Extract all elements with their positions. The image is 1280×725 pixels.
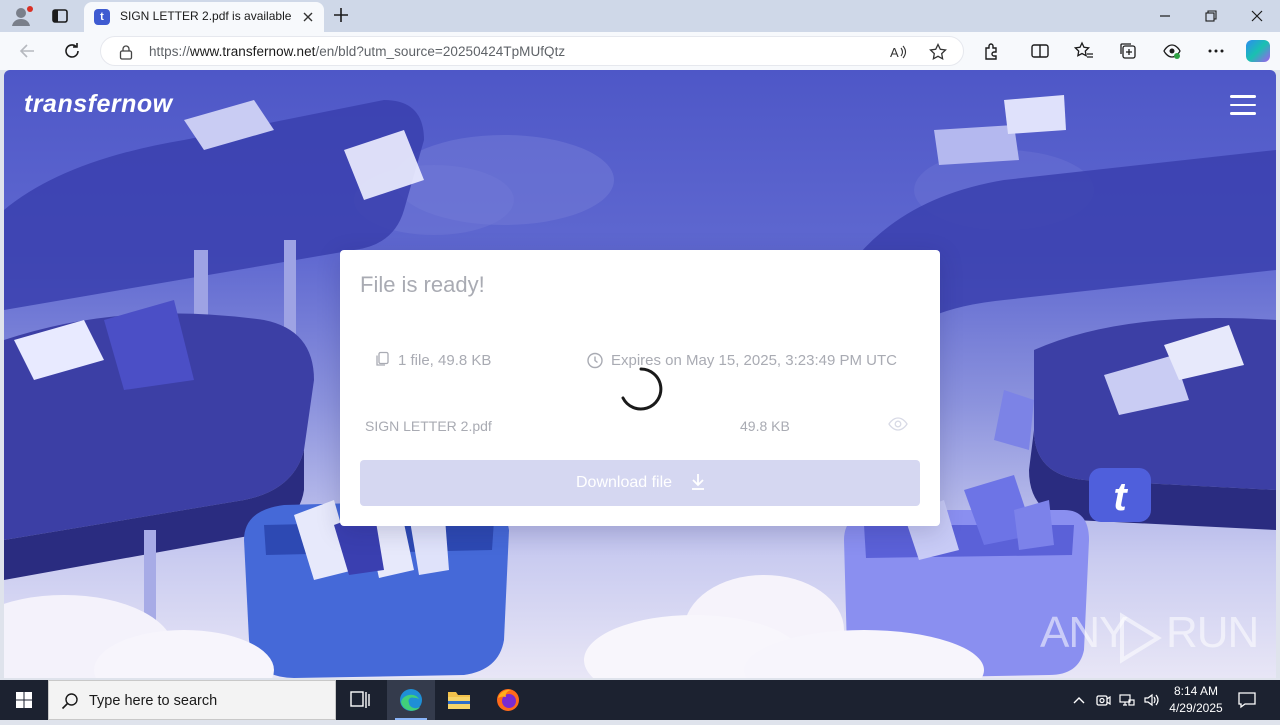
address-bar[interactable]: https://www.transfernow.net/en/bld?utm_s… xyxy=(100,36,964,66)
taskbar: Type here to search 8:14 AM 4/29/2025 xyxy=(0,680,1280,720)
collections-icon[interactable] xyxy=(1118,41,1138,61)
tab-strip: t SIGN LETTER 2.pdf is available for xyxy=(0,0,1280,32)
page-viewport: t transfernow File is ready! 1 file, 49.… xyxy=(4,70,1276,678)
copy-icon xyxy=(374,351,390,367)
svg-text:A: A xyxy=(890,45,899,60)
clock-date: 4/29/2025 xyxy=(1169,701,1223,715)
file-name: SIGN LETTER 2.pdf xyxy=(365,418,492,434)
clock-time: 8:14 AM xyxy=(1173,684,1219,698)
download-icon xyxy=(691,473,705,491)
task-view-icon[interactable] xyxy=(336,680,384,720)
minimize-icon[interactable] xyxy=(1142,0,1188,32)
brand-logo[interactable]: transfernow xyxy=(24,90,173,119)
network-icon[interactable] xyxy=(1119,692,1135,708)
profile-icon[interactable] xyxy=(10,5,34,27)
eye-icon[interactable] xyxy=(888,416,908,432)
download-card: File is ready! 1 file, 49.8 KB Expires o… xyxy=(340,250,940,526)
watermark-right-text: RUN xyxy=(1166,608,1259,657)
split-screen-icon[interactable] xyxy=(1030,41,1050,61)
search-icon xyxy=(61,692,79,710)
more-icon[interactable] xyxy=(1206,41,1226,61)
anyrun-watermark: ANY RUN xyxy=(1040,608,1259,668)
back-icon[interactable] xyxy=(18,41,38,61)
system-clock[interactable]: 8:14 AM 4/29/2025 xyxy=(1160,683,1232,717)
firefox-icon[interactable] xyxy=(484,680,532,720)
file-size: 49.8 KB xyxy=(740,418,790,434)
extensions-icon[interactable] xyxy=(982,41,1002,61)
taskbar-search[interactable]: Type here to search xyxy=(48,680,336,720)
loading-spinner-icon xyxy=(618,366,664,412)
tab-actions-icon[interactable] xyxy=(50,6,70,26)
play-icon xyxy=(1120,612,1162,664)
clock-icon xyxy=(586,351,604,369)
toolbar: https://www.transfernow.net/en/bld?utm_s… xyxy=(0,32,1280,70)
tab-title: SIGN LETTER 2.pdf is available for xyxy=(120,9,292,23)
notification-icon[interactable] xyxy=(1236,690,1258,710)
star-icon[interactable] xyxy=(929,42,947,61)
close-icon[interactable] xyxy=(300,9,316,25)
download-button[interactable]: Download file xyxy=(360,460,920,506)
camera-icon[interactable] xyxy=(1095,692,1111,708)
transfernow-favicon: t xyxy=(94,9,110,25)
download-button-label: Download file xyxy=(576,474,673,491)
folder-icon[interactable] xyxy=(435,680,483,720)
volume-icon[interactable] xyxy=(1143,692,1159,708)
tab-active[interactable]: t SIGN LETTER 2.pdf is available for xyxy=(84,2,324,32)
plus-icon[interactable] xyxy=(332,6,350,24)
lock-icon[interactable] xyxy=(119,44,133,60)
close-window-icon[interactable] xyxy=(1234,0,1280,32)
edge-icon[interactable] xyxy=(387,680,435,720)
page-title: File is ready! xyxy=(360,272,485,297)
copilot-icon[interactable] xyxy=(1246,40,1270,62)
files-summary: 1 file, 49.8 KB xyxy=(398,352,492,369)
performance-icon[interactable] xyxy=(1162,41,1182,61)
url-text: https://www.transfernow.net/en/bld?utm_s… xyxy=(149,44,566,59)
read-aloud-icon[interactable]: A xyxy=(889,43,907,61)
favorites-icon[interactable] xyxy=(1073,41,1094,61)
search-placeholder: Type here to search xyxy=(89,693,218,709)
chevron-up-icon[interactable] xyxy=(1071,692,1087,708)
refresh-icon[interactable] xyxy=(62,41,82,61)
restore-icon[interactable] xyxy=(1188,0,1234,32)
menu-icon[interactable] xyxy=(1230,95,1256,117)
svg-text:t: t xyxy=(1113,475,1128,519)
windows-icon[interactable] xyxy=(0,680,48,720)
